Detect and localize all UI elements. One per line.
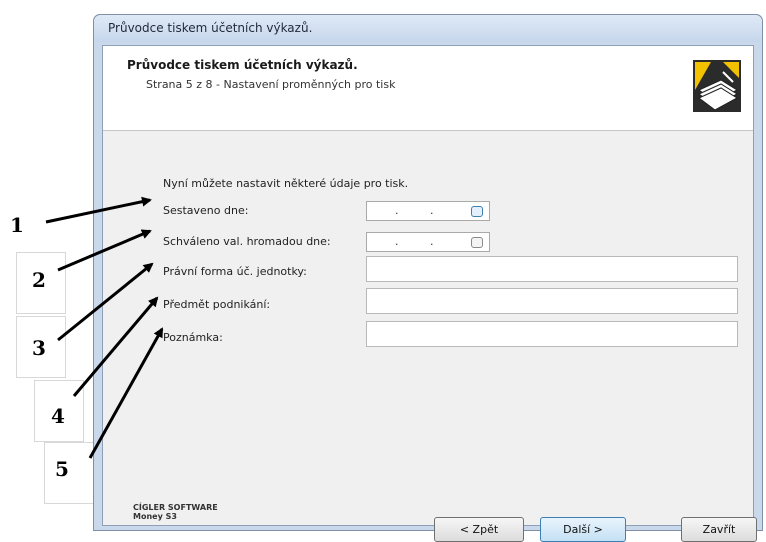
- arrow-3: [57, 262, 154, 342]
- arrow-5: [88, 327, 164, 459]
- arrow-1: [45, 196, 152, 224]
- annotation-arrows: [45, 196, 164, 459]
- arrow-4: [72, 296, 159, 397]
- arrow-2: [57, 229, 152, 272]
